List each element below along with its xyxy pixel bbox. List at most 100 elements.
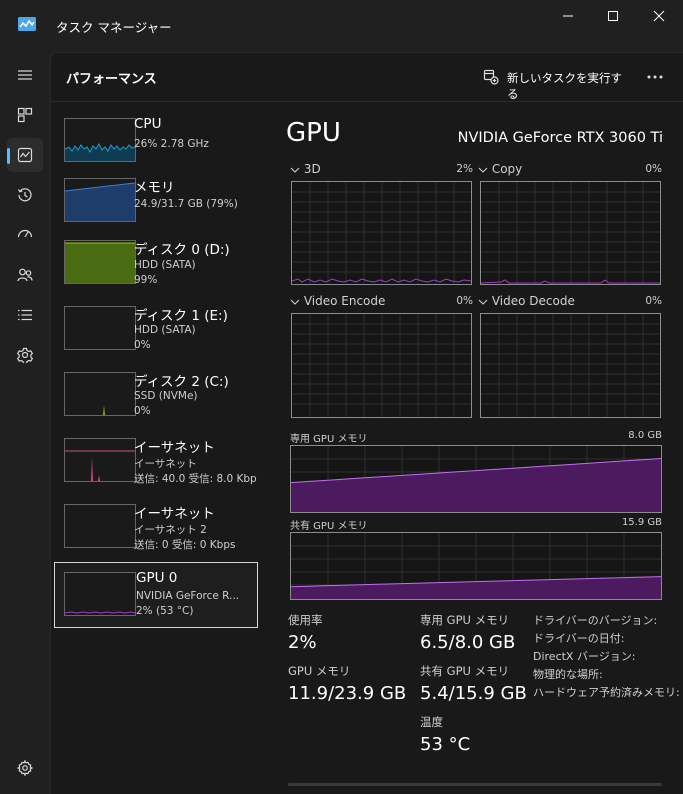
gpu-thumbnail-graph (64, 572, 136, 616)
engine-percent: 0% (456, 295, 473, 307)
device-throughput: 送信: 0 受信: 0 Kbps (134, 539, 236, 551)
engine-label: Video Encode (303, 294, 386, 308)
nav-settings[interactable] (7, 751, 43, 785)
engine-percent: 2% (456, 163, 473, 175)
nav-startup-apps[interactable] (7, 218, 43, 252)
device-item-memory[interactable]: メモリ 24.9/31.7 GB (79%) (54, 170, 258, 232)
ethernet2-thumbnail-graph (64, 504, 136, 548)
device-item-gpu-0[interactable]: GPU 0 NVIDIA GeForce R... 2% (53 °C) (54, 562, 258, 628)
app-history-icon (17, 188, 32, 202)
header-divider (50, 101, 683, 102)
services-icon (17, 347, 33, 363)
device-name: イーサネット (134, 440, 215, 456)
engine-selector-3d[interactable]: 3D (290, 162, 321, 176)
nav-performance[interactable] (7, 138, 43, 172)
run-new-task-button[interactable]: 新しいタスクを実行する (476, 62, 628, 101)
chevron-down-icon (478, 167, 488, 173)
device-usage: 0% (134, 339, 151, 351)
gpu-title: GPU (286, 118, 341, 148)
device-name: メモリ (134, 180, 175, 196)
close-button[interactable] (647, 6, 671, 26)
gpu-memory-value: 11.9/23.9 GB (288, 683, 407, 704)
device-item-disk-1[interactable]: ディスク 1 (E:) HDD (SATA) 0% (54, 298, 258, 360)
disk2-thumbnail-graph (64, 372, 136, 416)
nav-services[interactable] (7, 338, 43, 372)
run-task-icon (483, 69, 499, 85)
device-throughput: 送信: 40.0 受信: 8.0 Kbp (134, 473, 257, 485)
temperature-label: 温度 (420, 715, 443, 729)
disk1-thumbnail-graph (64, 306, 136, 350)
hamburger-menu-icon (18, 70, 32, 80)
device-usage: 99% (134, 274, 158, 286)
driver-date-label: ドライバーの日付: (533, 632, 625, 645)
close-icon (653, 10, 665, 22)
navigation-rail (0, 52, 50, 794)
engine-percent: 0% (645, 295, 662, 307)
device-item-disk-0[interactable]: ディスク 0 (D:) HDD (SATA) 99% (54, 232, 258, 294)
device-item-cpu[interactable]: CPU 26% 2.78 GHz (54, 110, 258, 172)
shared-stat-label: 共有 GPU メモリ (420, 664, 510, 678)
utilization-label: 使用率 (288, 613, 323, 627)
engine-selector-video-decode[interactable]: Video Decode (478, 294, 575, 308)
users-icon (17, 268, 33, 282)
minimize-button[interactable] (556, 6, 580, 26)
device-name: ディスク 0 (D:) (134, 242, 230, 258)
device-name: GPU 0 (136, 570, 178, 586)
nav-app-history[interactable] (7, 178, 43, 212)
cpu-thumbnail-graph (64, 118, 136, 162)
more-options-button[interactable] (640, 62, 670, 92)
device-name: CPU (134, 116, 162, 132)
settings-icon (17, 760, 33, 776)
engine-video-decode-graph (480, 313, 661, 418)
device-detail: イーサネット (134, 458, 197, 470)
engine-selector-copy[interactable]: Copy (478, 162, 522, 176)
hamburger-menu-button[interactable] (7, 58, 43, 92)
shared-memory-graph (290, 532, 662, 600)
title-bar: タスク マネージャー (0, 0, 683, 52)
nav-details[interactable] (7, 298, 43, 332)
temperature-value: 53 °C (420, 734, 471, 755)
engine-label: 3D (303, 162, 321, 176)
driver-version-label: ドライバーのバージョン: (533, 614, 658, 627)
device-item-disk-2[interactable]: ディスク 2 (C:) SSD (NVMe) 0% (54, 364, 258, 426)
active-indicator (7, 148, 10, 164)
horizontal-scrollbar[interactable] (288, 783, 662, 786)
device-name: ディスク 2 (C:) (134, 374, 229, 390)
performance-icon (17, 147, 33, 163)
device-detail: 26% 2.78 GHz (134, 138, 209, 150)
device-item-ethernet[interactable]: イーサネット イーサネット 送信: 40.0 受信: 8.0 Kbp (54, 430, 258, 492)
processes-icon (17, 107, 33, 123)
engine-selector-video-encode[interactable]: Video Encode (290, 294, 385, 308)
chevron-down-icon (290, 299, 300, 305)
gpu-memory-label: GPU メモリ (288, 664, 351, 678)
dedicated-stat-label: 専用 GPU メモリ (420, 613, 510, 627)
ethernet-thumbnail-graph (64, 438, 136, 482)
maximize-button[interactable] (601, 6, 625, 26)
device-detail: 24.9/31.7 GB (79%) (134, 198, 238, 210)
nav-processes[interactable] (7, 98, 43, 132)
hardware-reserved-memory-label: ハードウェア予約済みメモリ: (533, 686, 680, 699)
dedicated-stat-value: 6.5/8.0 GB (420, 632, 516, 653)
dedicated-memory-label: 専用 GPU メモリ (290, 434, 368, 445)
minimize-icon (563, 15, 573, 17)
gpu-model-name: NVIDIA GeForce RTX 3060 Ti (457, 130, 663, 146)
engine-video-encode-graph (291, 313, 472, 418)
memory-thumbnail-graph (64, 178, 136, 222)
disk0-thumbnail-graph (64, 240, 136, 284)
dedicated-memory-max: 8.0 GB (628, 430, 662, 441)
run-new-task-label: 新しいタスクを実行する (507, 71, 622, 101)
chevron-down-icon (478, 299, 488, 305)
shared-memory-max: 15.9 GB (621, 517, 662, 528)
task-manager-app-icon (18, 17, 36, 31)
device-item-ethernet-2[interactable]: イーサネット イーサネット 2 送信: 0 受信: 0 Kbps (54, 496, 258, 558)
maximize-icon (608, 11, 618, 21)
chevron-down-icon (290, 167, 300, 173)
nav-users[interactable] (7, 258, 43, 292)
engine-copy-graph (480, 181, 661, 285)
device-detail: HDD (SATA) (134, 324, 196, 336)
shared-memory-label: 共有 GPU メモリ (290, 521, 368, 532)
device-detail: SSD (NVMe) (134, 390, 198, 402)
shared-stat-value: 5.4/15.9 GB (420, 683, 527, 704)
device-detail: HDD (SATA) (134, 259, 196, 271)
engine-percent: 0% (645, 163, 662, 175)
